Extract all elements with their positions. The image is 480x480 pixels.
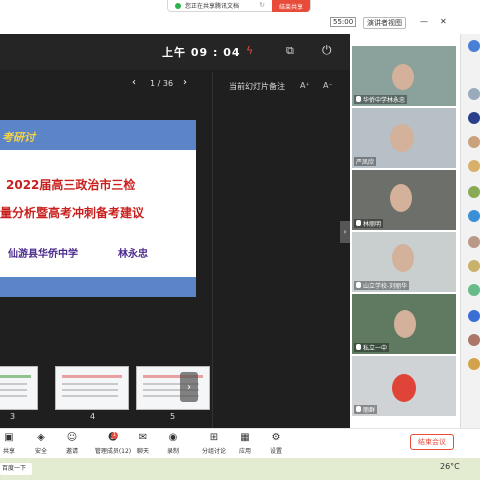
increase-font-button[interactable]: A⁺ xyxy=(300,81,310,90)
sharing-indicator-icon xyxy=(175,2,181,9)
thumbnail-scroll-right-icon[interactable]: › xyxy=(180,372,198,402)
participant-tile[interactable]: 严凤欣 xyxy=(352,108,456,168)
participant-name: 山立学校-刘丽华 xyxy=(363,283,408,290)
apps-button[interactable]: ▦ 应用 xyxy=(230,432,260,455)
share-button[interactable]: ▣ 共享 xyxy=(0,432,24,455)
participant-tile[interactable]: 丽群 xyxy=(352,356,456,416)
slide-footer-band xyxy=(0,277,196,297)
minimize-icon[interactable]: — xyxy=(420,17,428,26)
avatar[interactable] xyxy=(468,310,480,322)
slide-school: 仙游县华侨中学 xyxy=(8,249,78,260)
chat-icon: ✉ xyxy=(138,432,148,443)
end-slideshow-icon[interactable]: ⏻ xyxy=(322,43,332,58)
display-switch-icon[interactable]: ⧉ xyxy=(286,44,294,58)
avatar[interactable] xyxy=(468,334,480,346)
participant-tile[interactable]: 山立学校-刘丽华 xyxy=(352,232,456,292)
slide-thumbnail[interactable] xyxy=(136,366,210,410)
participant-video xyxy=(390,124,414,152)
participant-video xyxy=(394,310,416,338)
participant-video xyxy=(392,244,414,272)
close-icon[interactable]: ✕ xyxy=(440,17,447,26)
os-taskbar xyxy=(0,458,480,480)
participant-tile[interactable]: 华侨中学林永忠 xyxy=(352,46,456,106)
avatar[interactable] xyxy=(468,210,480,222)
mic-icon xyxy=(356,406,361,412)
breakout-button[interactable]: ⊞ 分组讨论 xyxy=(196,432,232,455)
participant-tile[interactable]: 私立一中 xyxy=(352,294,456,354)
invite-icon: ☺ xyxy=(66,432,78,443)
breakout-icon: ⊞ xyxy=(209,432,219,443)
stop-share-button[interactable]: 结束共享 xyxy=(272,0,310,12)
settings-icon: ⚙ xyxy=(271,432,281,443)
end-meeting-button[interactable]: 结束会议 xyxy=(410,434,454,450)
presenter-view-dropdown[interactable]: 演讲者视图 xyxy=(363,17,406,29)
avatar[interactable] xyxy=(468,136,480,148)
avatar[interactable] xyxy=(468,88,480,100)
screen: { "share_bar": { "status": "您正在共享腾讯文档", … xyxy=(0,0,480,480)
members-badge: 1 xyxy=(111,432,118,439)
thumbnail-number: 4 xyxy=(90,412,96,421)
presenter-toolbar xyxy=(0,14,352,34)
slide-banner-text: 考研讨 xyxy=(2,131,35,144)
avatar[interactable] xyxy=(468,284,480,296)
laser-pointer-icon[interactable]: ϟ xyxy=(246,44,253,57)
avatar[interactable] xyxy=(468,112,480,124)
avatar[interactable] xyxy=(468,40,480,52)
avatar[interactable] xyxy=(468,358,480,370)
slide-thumbnail[interactable] xyxy=(55,366,129,410)
participant-video xyxy=(392,374,416,402)
apps-icon: ▦ xyxy=(240,432,250,443)
current-slide: 考研讨 2022届高三政治市三检 量分析暨高考冲刺备考建议 仙游县华侨中学 林永… xyxy=(0,120,196,297)
participant-name: 华侨中学林永忠 xyxy=(363,97,406,104)
share-refresh-icon[interactable]: ↻ xyxy=(254,1,270,11)
slide-title-line1: 2022届高三政治市三检 xyxy=(6,178,136,192)
participant-tile[interactable]: 林丽明 xyxy=(352,170,456,230)
chat-button[interactable]: ✉ 聊天 xyxy=(128,432,158,455)
notes-title: 当前幻灯片备注 xyxy=(229,82,285,91)
participant-name: 林丽明 xyxy=(363,221,382,228)
slide-banner: 考研讨 xyxy=(0,120,196,150)
mic-icon xyxy=(356,282,361,288)
presenter-timer: 55:00 xyxy=(330,17,357,27)
mic-icon xyxy=(356,344,361,350)
avatar[interactable] xyxy=(468,186,480,198)
presenter-clock: 上午 09 : 04 xyxy=(162,46,241,59)
avatar[interactable] xyxy=(468,260,480,272)
slide-teacher: 林永忠 xyxy=(118,249,148,260)
avatar[interactable] xyxy=(468,236,480,248)
slide-title-line2: 量分析暨高考冲刺备考建议 xyxy=(0,206,145,220)
settings-button[interactable]: ⚙ 设置 xyxy=(261,432,291,455)
decrease-font-button[interactable]: A⁻ xyxy=(323,81,333,90)
participant-name: 严凤欣 xyxy=(354,157,377,166)
weather-widget[interactable]: 26°C xyxy=(440,462,460,471)
collapse-panel-icon[interactable]: › xyxy=(340,221,350,243)
record-icon: ◉ xyxy=(168,432,178,443)
previous-slide-icon[interactable]: ‹ xyxy=(132,77,136,88)
participant-name: 私立一中 xyxy=(363,345,388,352)
slide-counter: 1 / 36 xyxy=(150,79,174,88)
avatar[interactable] xyxy=(468,160,480,172)
shield-icon: ◈ xyxy=(37,432,45,443)
slide-thumbnail[interactable] xyxy=(0,366,38,410)
share-status-text: 您正在共享腾讯文档 xyxy=(185,3,240,10)
record-button[interactable]: ◉ 录制 xyxy=(158,432,188,455)
security-button[interactable]: ◈ 安全 xyxy=(26,432,56,455)
pane-divider xyxy=(212,72,213,428)
mic-icon xyxy=(356,96,361,102)
participant-video xyxy=(390,184,412,212)
taskbar-search[interactable]: 百度一下 xyxy=(0,463,32,475)
thumbnail-number: 5 xyxy=(170,412,176,421)
next-slide-icon[interactable]: › xyxy=(183,77,187,88)
thumbnail-number: 3 xyxy=(10,412,16,421)
participant-name: 丽群 xyxy=(363,407,376,414)
participant-video xyxy=(392,64,414,90)
mic-icon xyxy=(356,220,361,226)
share-icon: ▣ xyxy=(4,432,14,443)
invite-button[interactable]: ☺ 邀请 xyxy=(57,432,87,455)
